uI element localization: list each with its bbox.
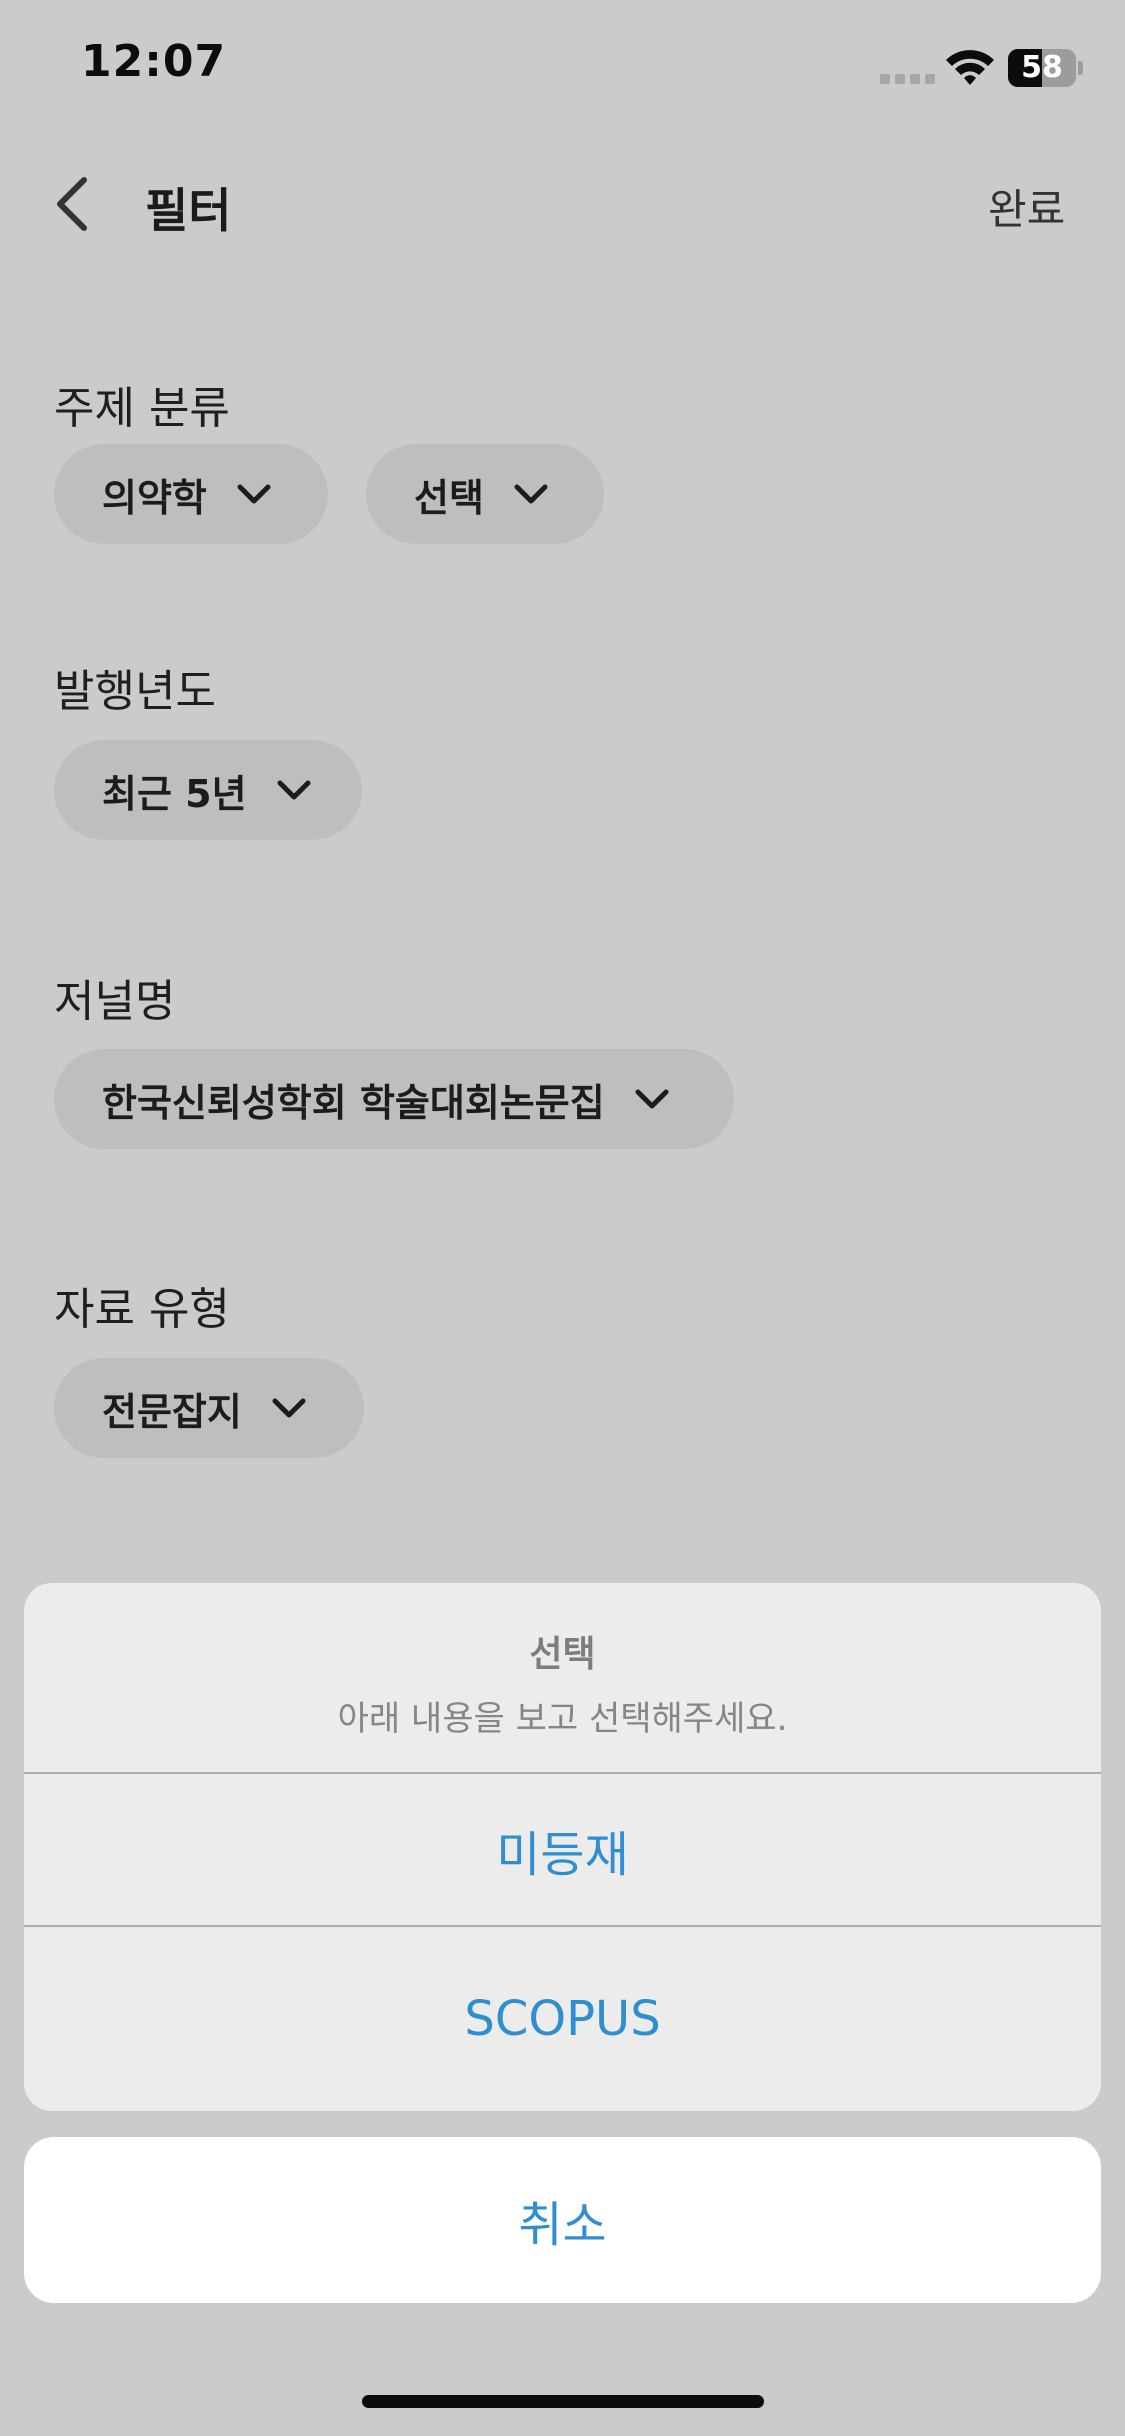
journal-dropdown[interactable]: 한국신뢰성학회 학술대회논문집: [54, 1049, 734, 1149]
year-dropdown[interactable]: 최근 5년: [54, 740, 362, 840]
chevron-left-icon: [57, 177, 87, 231]
subject-label: 주제 분류: [54, 383, 230, 434]
year-label: 발행년도: [54, 666, 216, 717]
subject-category-dropdown[interactable]: 의약학: [54, 444, 328, 544]
wifi-icon: [944, 46, 996, 88]
chevron-down-icon: [514, 484, 548, 504]
done-button[interactable]: 완료: [988, 176, 1065, 237]
chevron-down-icon: [272, 1398, 306, 1418]
action-sheet: 선택 아래 내용을 보고 선택해주세요. 미등재 SCOPUS: [24, 1583, 1101, 2111]
action-sheet-title: 선택: [529, 1634, 596, 1675]
battery-tip: [1078, 61, 1083, 75]
back-button[interactable]: [50, 176, 100, 232]
chevron-down-icon: [277, 780, 311, 800]
battery-icon: 58: [1008, 49, 1076, 87]
chip-label: 최근 5년: [102, 771, 247, 816]
battery-level: 58: [1021, 50, 1063, 85]
page-title: 필터: [145, 184, 232, 239]
doc-type-dropdown[interactable]: 전문잡지: [54, 1358, 364, 1458]
option-unregistered[interactable]: 미등재: [24, 1774, 1101, 1927]
doc-type-label: 자료 유형: [54, 1284, 230, 1335]
chip-label: 한국신뢰성학회 학술대회논문집: [102, 1080, 605, 1125]
subject-subcategory-dropdown[interactable]: 선택: [366, 444, 604, 544]
action-sheet-header: 선택 아래 내용을 보고 선택해주세요.: [24, 1583, 1101, 1774]
option-scopus[interactable]: SCOPUS: [24, 1927, 1101, 2111]
action-sheet-message: 아래 내용을 보고 선택해주세요.: [337, 1699, 788, 1739]
status-time: 12:07: [81, 36, 227, 87]
chevron-down-icon: [237, 484, 271, 504]
chevron-down-icon: [635, 1089, 669, 1109]
chip-label: 선택: [414, 475, 484, 520]
chip-label: 전문잡지: [102, 1389, 242, 1434]
chip-label: 의약학: [102, 475, 207, 520]
journal-label: 저널명: [54, 976, 176, 1027]
cancel-button[interactable]: 취소: [24, 2137, 1101, 2303]
cellular-signal-icon: [880, 74, 936, 84]
home-indicator: [362, 2395, 764, 2408]
